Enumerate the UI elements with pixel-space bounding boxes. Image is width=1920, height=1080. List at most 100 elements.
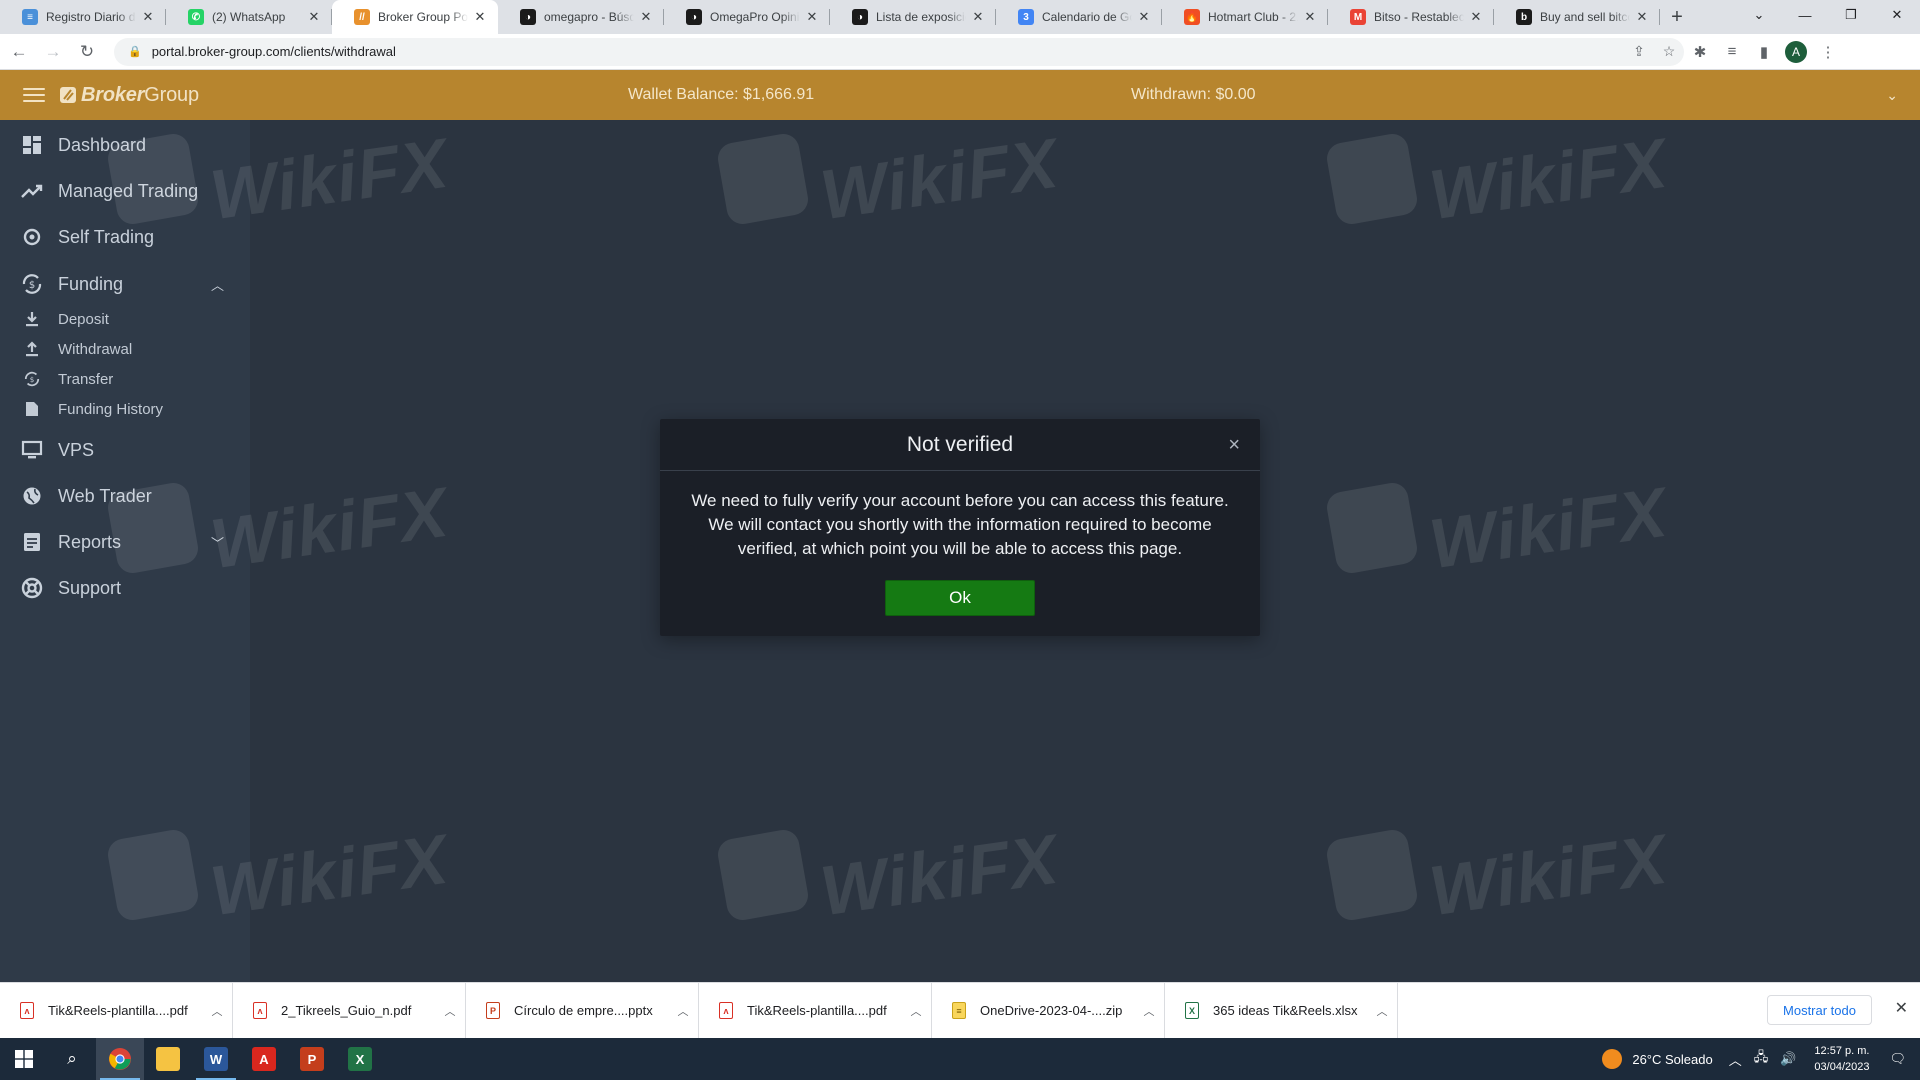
tab-close-icon[interactable]: ✕: [970, 9, 986, 25]
transfer-cycle-icon: $: [24, 371, 40, 387]
clock-date: 03/04/2023: [1814, 1061, 1870, 1073]
tab-search-icon[interactable]: ⌄: [1736, 0, 1782, 30]
brand-logo[interactable]: Broker Group: [59, 84, 199, 107]
network-icon[interactable]: 🖧: [1754, 1048, 1769, 1070]
wallet-balance: Wallet Balance: $1,666.91: [628, 86, 815, 103]
modal-header: Not verified ×: [660, 419, 1260, 471]
download-item[interactable]: ʌ Tik&Reels-plantilla....pdf ︿: [699, 982, 932, 1039]
acrobat-taskbar-icon[interactable]: A: [240, 1038, 288, 1080]
download-options-chevron-icon[interactable]: ︿: [668, 1003, 698, 1019]
close-window-button[interactable]: ✕: [1874, 0, 1920, 30]
clock-time: 12:57 p. m.: [1814, 1045, 1870, 1057]
browser-tab[interactable]: b Buy and sell bitcoin ✕: [1494, 0, 1660, 34]
tab-close-icon[interactable]: ✕: [1302, 9, 1318, 25]
download-item[interactable]: ʌ Tik&Reels-plantilla....pdf ︿: [0, 982, 233, 1039]
back-button[interactable]: ←: [4, 37, 34, 67]
download-item[interactable]: P Círculo de empre....pptx ︿: [466, 982, 699, 1039]
browser-tab[interactable]: ✆ (2) WhatsApp ✕: [166, 0, 332, 34]
browser-tab[interactable]: ≡ Registro Diario de ✕: [0, 0, 166, 34]
tab-title: omegapro - Búsqu: [544, 10, 634, 24]
download-filename: Tik&Reels-plantilla....pdf: [747, 1003, 887, 1018]
chevron-down-icon[interactable]: ﹀: [211, 533, 224, 552]
xlsx-file-icon: X: [1185, 1002, 1199, 1019]
browser-tab[interactable]: // Broker Group Porta ✕: [332, 0, 498, 34]
chrome-taskbar-icon[interactable]: [96, 1038, 144, 1080]
file-explorer-taskbar-icon[interactable]: [144, 1038, 192, 1080]
download-item[interactable]: ≡ OneDrive-2023-04-....zip ︿: [932, 982, 1165, 1039]
tab-title: Calendario de Goo: [1042, 10, 1132, 24]
close-icon[interactable]: ×: [1228, 435, 1240, 455]
sidebar-item-withdrawal[interactable]: Withdrawal: [0, 341, 250, 361]
download-options-chevron-icon[interactable]: ︿: [435, 1003, 465, 1019]
bookmark-star-icon[interactable]: ☆: [1654, 43, 1684, 60]
sidebar-item-self-trading[interactable]: Self Trading: [0, 225, 250, 249]
weather-text[interactable]: 26°C Soleado: [1632, 1052, 1712, 1067]
download-icon: [24, 311, 40, 327]
notifications-icon[interactable]: 🗨: [1889, 1051, 1906, 1067]
word-taskbar-icon[interactable]: W: [192, 1038, 240, 1080]
ok-button[interactable]: Ok: [885, 580, 1035, 616]
download-item[interactable]: X 365 ideas Tik&Reels.xlsx ︿: [1165, 982, 1398, 1039]
tab-close-icon[interactable]: ✕: [1136, 9, 1152, 25]
browser-tab[interactable]: ◑ omegapro - Búsqu ✕: [498, 0, 664, 34]
show-all-downloads-button[interactable]: Mostrar todo: [1767, 995, 1872, 1025]
browser-tab[interactable]: M Bitso - Restablece ✕: [1328, 0, 1494, 34]
download-options-chevron-icon[interactable]: ︿: [901, 1003, 931, 1019]
sidebar-item-dashboard[interactable]: Dashboard: [0, 133, 250, 157]
tray-chevron-up-icon[interactable]: ︿: [1729, 1050, 1742, 1069]
chevron-up-icon[interactable]: ︿: [211, 275, 224, 294]
browser-menu-icon[interactable]: ⋮: [1812, 43, 1844, 61]
new-tab-button[interactable]: +: [1660, 0, 1694, 34]
sidebar-item-transfer[interactable]: $ Transfer: [0, 371, 250, 391]
tab-close-icon[interactable]: ✕: [140, 9, 156, 25]
tab-close-icon[interactable]: ✕: [1634, 9, 1650, 25]
tab-favicon-icon: ◑: [686, 9, 702, 25]
download-item[interactable]: ʌ 2_Tikreels_Guio_n.pdf ︿: [233, 982, 466, 1039]
sidebar-item-managed-trading[interactable]: Managed Trading: [0, 179, 250, 203]
sidebar-item-reports[interactable]: Reports ﹀: [0, 530, 250, 554]
share-icon[interactable]: ⇪: [1624, 43, 1654, 60]
minimize-button[interactable]: —: [1782, 0, 1828, 30]
sidebar-item-web-trader[interactable]: Web Trader: [0, 484, 250, 508]
search-icon[interactable]: ⌕: [48, 1038, 96, 1080]
tab-close-icon[interactable]: ✕: [472, 9, 488, 25]
reload-button[interactable]: ↻: [72, 37, 102, 67]
hamburger-menu-icon[interactable]: [23, 88, 45, 102]
sidebar-item-vps[interactable]: VPS: [0, 438, 250, 462]
sidebar-item-funding-history[interactable]: Funding History: [0, 401, 250, 421]
tab-close-icon[interactable]: ✕: [306, 9, 322, 25]
clock[interactable]: 12:57 p. m. 03/04/2023: [1814, 1043, 1869, 1075]
close-shelf-icon[interactable]: ✕: [1895, 998, 1908, 1018]
tab-close-icon[interactable]: ✕: [1468, 9, 1484, 25]
address-bar[interactable]: 🔒 portal.broker-group.com/clients/withdr…: [114, 37, 1684, 66]
media-controls-icon[interactable]: ≡: [1716, 43, 1748, 60]
browser-tab[interactable]: 🔥 Hotmart Club - 2.5 ✕: [1162, 0, 1328, 34]
excel-taskbar-icon[interactable]: X: [336, 1038, 384, 1080]
lock-icon[interactable]: 🔒: [128, 45, 142, 58]
download-options-chevron-icon[interactable]: ︿: [202, 1003, 232, 1019]
account-dropdown-chevron-icon[interactable]: ⌄: [1886, 87, 1898, 104]
restore-button[interactable]: ❐: [1828, 0, 1874, 30]
sidebar-item-support[interactable]: Support: [0, 576, 250, 600]
tab-close-icon[interactable]: ✕: [638, 9, 654, 25]
side-panel-icon[interactable]: ▮: [1748, 43, 1780, 61]
tab-close-icon[interactable]: ✕: [804, 9, 820, 25]
forward-button[interactable]: →: [38, 37, 68, 67]
powerpoint-taskbar-icon[interactable]: P: [288, 1038, 336, 1080]
download-options-chevron-icon[interactable]: ︿: [1134, 1003, 1164, 1019]
profile-avatar[interactable]: A: [1785, 40, 1807, 63]
sidebar-item-funding[interactable]: $ Funding ︿: [0, 272, 250, 296]
document-icon: [24, 401, 40, 417]
volume-icon[interactable]: 🔊: [1780, 1051, 1796, 1067]
download-options-chevron-icon[interactable]: ︿: [1367, 1003, 1397, 1019]
sidebar-item-label: Transfer: [58, 371, 114, 388]
sidebar-item-label: Self Trading: [58, 226, 155, 247]
sidebar-item-deposit[interactable]: Deposit: [0, 311, 250, 331]
browser-tab[interactable]: ◑ Lista de exposición ✕: [830, 0, 996, 34]
browser-tab-strip: ≡ Registro Diario de ✕ ✆ (2) WhatsApp ✕ // Brok…: [0, 0, 1920, 34]
browser-tab[interactable]: 3 Calendario de Goo ✕: [996, 0, 1162, 34]
browser-tab[interactable]: ◑ OmegaPro Opinion ✕: [664, 0, 830, 34]
extensions-icon[interactable]: ✱: [1684, 43, 1716, 61]
windows-start-button[interactable]: [0, 1038, 48, 1080]
svg-text:$: $: [30, 375, 35, 384]
